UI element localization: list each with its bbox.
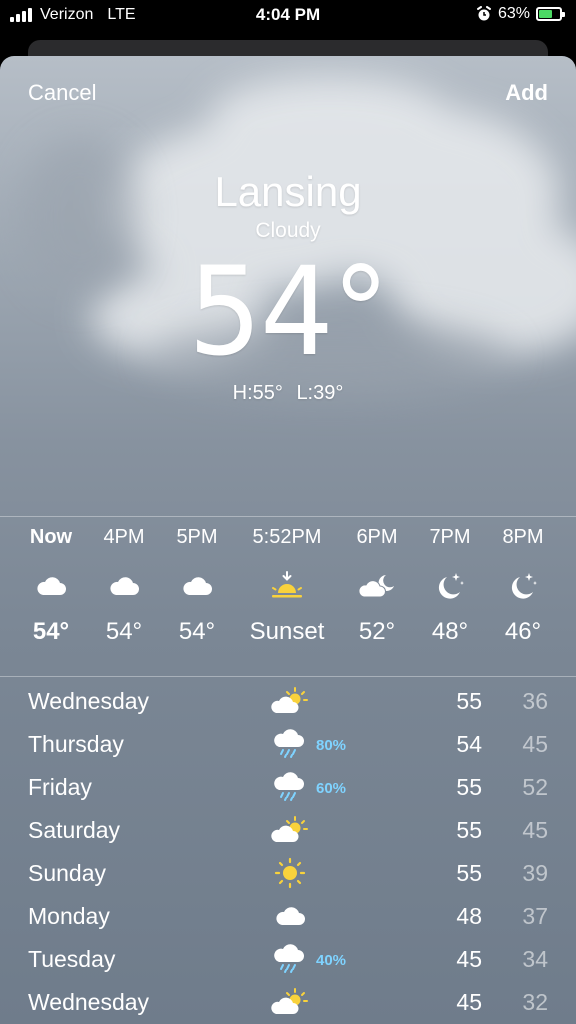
low-temp: L:39°	[296, 382, 344, 404]
precip-chance: 80%	[316, 737, 347, 754]
hourly-divider-top	[0, 516, 576, 517]
partly-cloudy-icon	[270, 985, 310, 1019]
hour-label: 5:52PM	[252, 526, 322, 548]
daily-row: Monday 48 37	[0, 895, 576, 938]
hour-temp: Sunset	[249, 618, 325, 645]
hour-temp: 46°	[504, 618, 542, 645]
day-high: 48	[456, 903, 482, 929]
hourly-item: 5:52PM Sunset	[242, 524, 332, 646]
day-low: 36	[522, 688, 548, 714]
moon-stars-icon	[478, 566, 568, 606]
weather-sheet: Cancel Add Lansing Cloudy 54° H:55° L:39…	[0, 56, 576, 1024]
day-low: 39	[522, 860, 548, 886]
rain-icon	[270, 770, 310, 804]
rain-icon	[270, 942, 310, 976]
day-high: 45	[456, 946, 482, 972]
daily-row: Wednesday 55 36	[0, 680, 576, 723]
day-high: 55	[456, 774, 482, 800]
precip-chance: 40%	[316, 952, 347, 969]
day-low: 52	[522, 774, 548, 800]
daily-row: Saturday 55 45	[0, 809, 576, 852]
daily-row: Thursday 80% 54 45	[0, 723, 576, 766]
high-low: H:55° L:39°	[0, 382, 576, 405]
daily-row: Friday 60% 55 52	[0, 766, 576, 809]
hour-label: 5PM	[176, 526, 218, 548]
day-name: Sunday	[28, 860, 107, 886]
sunset-icon	[242, 566, 332, 606]
cancel-button[interactable]: Cancel	[28, 80, 96, 106]
day-low: 34	[522, 946, 548, 972]
precip-chance: 60%	[316, 780, 347, 797]
hourly-item: 5PM 54°	[152, 524, 242, 646]
hour-label: 8PM	[502, 526, 544, 548]
status-right: 63%	[476, 5, 565, 23]
day-name: Monday	[28, 903, 110, 929]
sun-icon	[270, 856, 310, 890]
daily-row: Wednesday 45 32	[0, 981, 576, 1024]
partly-cloudy-icon	[270, 684, 310, 718]
hour-temp: 54°	[178, 618, 216, 645]
day-high: 55	[456, 817, 482, 843]
daily-row: Tuesday 40% 45 34	[0, 938, 576, 981]
daily-row: Sunday 55 39	[0, 852, 576, 895]
alarm-icon	[476, 6, 491, 21]
day-name: Wednesday	[28, 688, 150, 714]
battery-percent: 63%	[497, 5, 530, 22]
day-low: 45	[522, 731, 548, 757]
add-button[interactable]: Add	[505, 80, 548, 106]
battery-icon	[536, 7, 565, 21]
day-high: 55	[456, 860, 482, 886]
rain-icon	[270, 727, 310, 761]
hourly-divider-bottom	[0, 676, 576, 677]
day-high: 54	[456, 731, 482, 757]
cloud-icon	[270, 899, 310, 933]
nav-bar: Cancel Add	[0, 80, 576, 110]
hourly-forecast[interactable]: Now 54° 4PM 54° 5PM 54° 5:52PM Sunset 6PM 52° 7PM 4…	[0, 524, 576, 674]
day-name: Tuesday	[28, 946, 116, 972]
current-temperature: 54°	[188, 241, 390, 383]
daily-forecast: Wednesday 55 36 Thursday 80% 54 45 Friday 60% 55 5…	[0, 680, 576, 1024]
day-high: 45	[456, 989, 482, 1015]
city-name: Lansing	[214, 168, 362, 215]
day-name: Friday	[28, 774, 92, 800]
day-low: 37	[522, 903, 548, 929]
partly-cloudy-icon	[270, 813, 310, 847]
day-name: Saturday	[28, 817, 121, 843]
current-conditions: Lansing Cloudy 54° H:55° L:39°	[0, 168, 576, 405]
day-low: 32	[522, 989, 548, 1015]
battery-fill	[539, 10, 552, 18]
day-name: Thursday	[28, 731, 124, 757]
hourly-item: 8PM 46°	[478, 524, 568, 646]
high-temp: H:55°	[232, 382, 283, 404]
cloud-icon	[152, 566, 242, 606]
day-name: Wednesday	[28, 989, 150, 1015]
status-bar: Verizon LTE 4:04 PM 63%	[0, 0, 576, 32]
day-low: 45	[522, 817, 548, 843]
day-high: 55	[456, 688, 482, 714]
